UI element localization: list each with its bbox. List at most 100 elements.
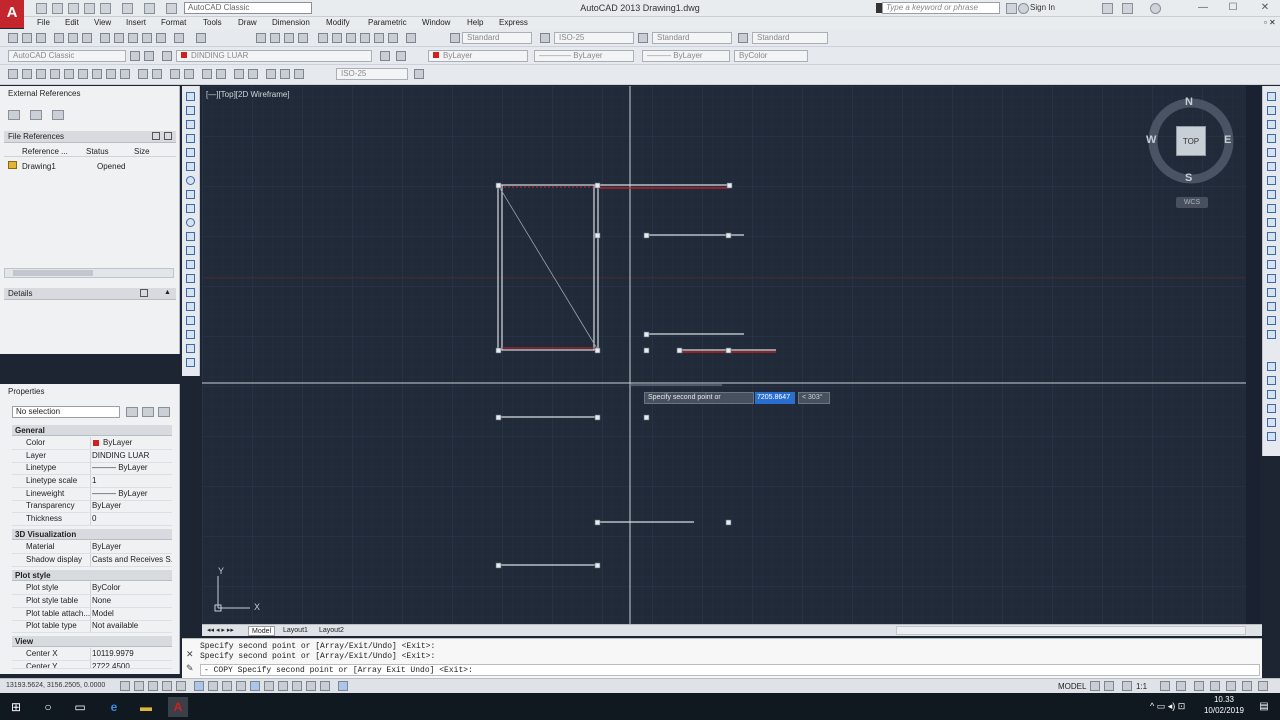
prop-row-transparency[interactable]: Transparency ByLayer	[12, 500, 172, 513]
prop-row-plotattach[interactable]: Plot table attach... Model	[12, 608, 172, 621]
infer-icon[interactable]	[120, 681, 130, 691]
redo-icon[interactable]	[144, 3, 155, 14]
zoom-window-icon[interactable]	[284, 33, 294, 43]
undo-tb-icon[interactable]	[174, 33, 184, 43]
match-prop-icon[interactable]	[142, 33, 152, 43]
am-icon[interactable]	[320, 681, 330, 691]
quick-dim-icon[interactable]	[120, 69, 130, 79]
workspace-dropdown[interactable]: AutoCAD Classic	[184, 2, 312, 14]
compass-e[interactable]: E	[1224, 134, 1231, 146]
binoculars-icon[interactable]	[1006, 3, 1017, 14]
clock-date[interactable]: 10/02/2019	[1198, 706, 1250, 715]
properties-icon[interactable]	[318, 33, 328, 43]
extend-icon[interactable]	[1267, 232, 1276, 241]
line-tool-icon[interactable]	[186, 92, 195, 101]
compass-w[interactable]: W	[1146, 134, 1156, 146]
drawing-canvas[interactable]: Y X [—][Top][2D Wireframe] TOP N S E W W…	[202, 86, 1246, 624]
polar-icon[interactable]	[176, 681, 186, 691]
plotstyle-dropdown[interactable]: ByColor	[734, 50, 808, 62]
menu-help[interactable]: Help	[467, 17, 483, 29]
viewport-label[interactable]: [—][Top][2D Wireframe]	[206, 90, 290, 99]
sign-in-link[interactable]: Sign In	[1030, 3, 1055, 12]
list-view-icon[interactable]	[152, 132, 160, 140]
erase-icon[interactable]	[1267, 92, 1276, 101]
model-space-toggle[interactable]: MODEL	[1058, 682, 1086, 691]
attribute-edit-icon[interactable]	[1267, 432, 1276, 441]
save-file-icon[interactable]	[36, 33, 46, 43]
scale-icon[interactable]	[1267, 190, 1276, 199]
table-row[interactable]: Drawing1 Opened	[4, 160, 176, 172]
snap-icon[interactable]	[134, 681, 144, 691]
select-objects-icon[interactable]	[142, 407, 154, 417]
auto-scale-icon[interactable]	[1176, 681, 1186, 691]
lock-icon[interactable]	[1210, 681, 1220, 691]
collapse-icon[interactable]: ▲	[164, 289, 171, 296]
annotation-scale-icon[interactable]	[1122, 681, 1132, 691]
prop-row-thickness[interactable]: Thickness 0	[12, 513, 172, 526]
plot-file-icon[interactable]	[54, 33, 64, 43]
color-dropdown[interactable]: ByLayer	[428, 50, 528, 62]
break-point-icon[interactable]	[1267, 246, 1276, 255]
dim-edit-icon[interactable]	[266, 69, 276, 79]
save-icon[interactable]	[68, 3, 79, 14]
polyline-icon[interactable]	[186, 120, 195, 129]
layer-state-icon[interactable]	[162, 51, 172, 61]
tab-model[interactable]: Model	[248, 626, 276, 636]
help-icon[interactable]	[1150, 3, 1161, 14]
minimize-button[interactable]: —	[1188, 0, 1218, 16]
center-mark-icon[interactable]	[216, 69, 226, 79]
join-icon[interactable]	[1267, 274, 1276, 283]
menu-express[interactable]: Express	[499, 17, 528, 29]
prop-row-plottype[interactable]: Plot table type Not available	[12, 620, 172, 633]
mtext-icon[interactable]	[186, 344, 195, 353]
open-file-icon[interactable]	[22, 33, 32, 43]
angular-icon[interactable]	[106, 69, 116, 79]
annotation-scale[interactable]: 1:1	[1136, 682, 1147, 691]
hatch-edit-icon[interactable]	[1267, 390, 1276, 399]
plot-preview-icon[interactable]	[68, 33, 78, 43]
undo-icon[interactable]	[122, 3, 133, 14]
tray-icons[interactable]: ^ ▭ ◂) ⊡	[1150, 701, 1185, 712]
section-3d-visualization[interactable]: 3D Visualization	[12, 529, 172, 540]
copy-clip-icon[interactable]	[114, 33, 124, 43]
layer-manager-icon[interactable]	[144, 51, 154, 61]
array-icon[interactable]	[1267, 148, 1276, 157]
explode-icon[interactable]	[1267, 330, 1276, 339]
chamfer-icon[interactable]	[1267, 288, 1276, 297]
radius-icon[interactable]	[64, 69, 74, 79]
circle-icon[interactable]	[186, 176, 195, 185]
customize-icon[interactable]	[166, 3, 177, 14]
design-center-icon[interactable]	[332, 33, 342, 43]
publish-icon[interactable]	[82, 33, 92, 43]
cut-icon[interactable]	[100, 33, 110, 43]
lineweight-dropdown[interactable]: ——— ByLayer	[642, 50, 730, 62]
compass-n[interactable]: N	[1185, 96, 1193, 108]
edge-browser-icon[interactable]: e	[104, 697, 124, 717]
menu-parametric[interactable]: Parametric	[368, 17, 407, 29]
prop-row-plotstyle[interactable]: Plot style ByColor	[12, 582, 172, 595]
menu-tools[interactable]: Tools	[203, 17, 222, 29]
ellipse-arc-icon[interactable]	[186, 232, 195, 241]
zoom-realtime-icon[interactable]	[270, 33, 280, 43]
autocad-taskbar-icon[interactable]: A	[168, 697, 188, 717]
dim-style-2-dropdown[interactable]: ISO-25	[336, 68, 408, 80]
prop-row-shadow[interactable]: Shadow display Casts and Receives S...	[12, 554, 172, 567]
sheet-set-icon[interactable]	[360, 33, 370, 43]
spline-icon[interactable]	[186, 204, 195, 213]
col-reference[interactable]: Reference ...	[22, 147, 68, 156]
grid-icon[interactable]	[148, 681, 158, 691]
add-selected-icon[interactable]	[186, 358, 195, 367]
close-button[interactable]: ✕	[1250, 0, 1280, 16]
user-icon[interactable]	[1018, 3, 1029, 14]
redo-tb-icon[interactable]	[196, 33, 206, 43]
steering-icon[interactable]	[338, 681, 348, 691]
make-block-icon[interactable]	[186, 260, 195, 269]
prop-row-lineweight[interactable]: Lineweight ——— ByLayer	[12, 488, 172, 501]
hardware-accel-icon[interactable]	[1242, 681, 1252, 691]
table-style-dropdown[interactable]: Standard	[652, 32, 732, 44]
selection-dropdown[interactable]: No selection	[12, 406, 120, 418]
workspace-settings-icon[interactable]	[130, 51, 140, 61]
revision-cloud-icon[interactable]	[186, 190, 195, 199]
tolerance-icon[interactable]	[202, 69, 212, 79]
attach-icon[interactable]	[8, 110, 20, 120]
